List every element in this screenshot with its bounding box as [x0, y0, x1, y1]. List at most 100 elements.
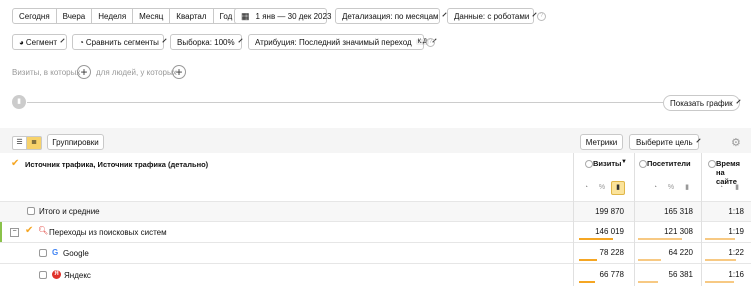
row-label: Итого и средние	[39, 207, 100, 216]
table-header: ✔ Источник трафика, Источник трафика (де…	[0, 153, 751, 201]
segment-dropdown[interactable]: ◕ Сегмент	[12, 34, 67, 50]
visits-value: 199 870	[595, 207, 624, 216]
period-week-button[interactable]: Неделя	[92, 9, 134, 23]
compare-segments-dropdown[interactable]: ◔ Сравнить сегменты	[72, 34, 167, 50]
chevron-down-icon	[162, 38, 167, 43]
row-checkbox[interactable]	[39, 249, 47, 257]
data-dropdown[interactable]: Данные: с роботами	[447, 8, 537, 24]
visits-bar	[579, 281, 595, 283]
visitors-value: 165 318	[664, 207, 693, 216]
data-label: Данные: с роботами	[454, 11, 530, 21]
compare-icon: ◔	[79, 37, 84, 47]
detail-label: Детализация: по месяцам	[342, 11, 439, 21]
selected-row-marker	[0, 222, 2, 243]
table-row-search[interactable]: − ✔ 🔍︎ Переходы из поисковых систем 146 …	[0, 221, 751, 243]
time-bar	[705, 259, 737, 261]
people-filter-label: для людей, у которых	[96, 68, 177, 77]
column-divider	[701, 153, 702, 286]
goal-label: Выберите цель	[636, 137, 693, 147]
search-icon: 🔍︎	[38, 226, 49, 235]
yandex-icon: Я	[52, 270, 61, 279]
chevron-down-icon	[735, 99, 741, 104]
visits-bars-icon[interactable]: ▮	[611, 181, 625, 195]
period-yesterday-button[interactable]: Вчера	[57, 9, 93, 23]
detail-dropdown[interactable]: Детализация: по месяцам	[335, 8, 447, 24]
time-bar	[705, 281, 734, 283]
sample-label: Выборка: 100%	[177, 37, 235, 47]
visits-value: 78 228	[599, 248, 624, 257]
help-icon[interactable]: ?	[537, 12, 546, 21]
chevron-down-icon	[237, 38, 243, 43]
chart-icon[interactable]: ▮	[12, 95, 26, 109]
sort-desc-icon[interactable]: ▼	[621, 159, 627, 165]
google-icon: G	[52, 248, 59, 257]
visits-bar	[579, 238, 614, 240]
row-checkbox[interactable]	[39, 271, 47, 279]
visitors-value: 121 308	[664, 227, 693, 236]
calendar-icon: ▦	[241, 10, 250, 21]
visits-sort-radio[interactable]	[585, 160, 593, 168]
metrics-label: Метрики	[585, 137, 618, 147]
visitors-value: 56 381	[668, 270, 693, 279]
visits-filter-label: Визиты, в которых	[12, 68, 81, 77]
table-row-total: Итого и средние 199 870 165 318 1:18	[0, 201, 751, 221]
view-tree-button[interactable]: ≣	[26, 136, 42, 150]
time-value: 1:16	[728, 270, 744, 279]
visitors-sort-radio[interactable]	[639, 160, 647, 168]
show-chart-label: Показать график	[670, 98, 733, 108]
time-bar	[705, 238, 735, 240]
add-people-filter-button[interactable]: +	[172, 65, 186, 79]
visits-pie-icon[interactable]: ◔	[580, 182, 592, 194]
help-icon[interactable]: ?	[426, 38, 435, 47]
segment-label: Сегмент	[25, 37, 58, 47]
visitors-value: 64 220	[668, 248, 693, 257]
groupings-button[interactable]: Группировки	[47, 134, 104, 150]
visits-percent-icon[interactable]: %	[596, 182, 608, 194]
compare-label: Сравнить сегменты	[85, 37, 159, 47]
date-range-button[interactable]: ▦ 1 янв — 30 дек 2023	[234, 8, 331, 24]
visitors-bar	[638, 259, 662, 261]
visits-bar	[579, 259, 598, 261]
time-bars-icon[interactable]: ▮	[731, 182, 743, 194]
row-checkbox[interactable]	[27, 207, 35, 215]
view-list-button[interactable]: ☰	[12, 136, 27, 150]
show-chart-button[interactable]: Показать график	[663, 95, 741, 111]
visitors-column-header[interactable]: Посетители	[647, 159, 691, 168]
table-row-yandex[interactable]: Я Яндекс 66 778 56 381 1:16	[0, 263, 751, 286]
groupings-label: Группировки	[52, 137, 99, 147]
time-value: 1:19	[728, 227, 744, 236]
visits-column-header[interactable]: Визиты	[593, 159, 621, 168]
segment-icon: ◕	[19, 37, 24, 47]
date-range-label: 1 янв — 30 дек 2023	[255, 11, 332, 21]
chevron-down-icon	[441, 12, 447, 17]
period-month-button[interactable]: Месяц	[133, 9, 171, 23]
period-quarter-button[interactable]: Квартал	[170, 9, 214, 23]
row-label: Яндекс	[64, 271, 91, 280]
attribution-label: Атрибуция: Последний значимый переход	[255, 37, 412, 47]
dimension-header[interactable]: Источник трафика, Источник трафика (дета…	[25, 160, 208, 169]
period-today-button[interactable]: Сегодня	[13, 9, 57, 23]
header-checkbox[interactable]: ✔	[11, 158, 19, 169]
attribution-dropdown[interactable]: Атрибуция: Последний значимый переход К.…	[248, 34, 437, 50]
row-checkbox-checked[interactable]: ✔	[25, 225, 33, 236]
add-visits-filter-button[interactable]: +	[77, 65, 91, 79]
row-label: Google	[63, 249, 89, 258]
column-divider	[573, 153, 574, 286]
goal-dropdown[interactable]: Выберите цель	[629, 134, 701, 150]
table-row-google[interactable]: G Google 78 228 64 220 1:22	[0, 242, 751, 263]
time-value: 1:18	[728, 207, 744, 216]
period-selector: Сегодня Вчера Неделя Месяц Квартал Год	[12, 8, 240, 24]
visitors-percent-icon[interactable]: %	[665, 182, 677, 194]
chevron-down-icon	[60, 38, 65, 43]
chart-divider	[27, 102, 663, 103]
visitors-pie-icon[interactable]: ◔	[649, 182, 661, 194]
visitors-bar	[638, 281, 659, 283]
time-pie-icon[interactable]: ◔	[715, 182, 727, 194]
time-sort-radio[interactable]	[708, 160, 716, 168]
visitors-bars-icon[interactable]: ▮	[681, 182, 693, 194]
time-value: 1:22	[728, 248, 744, 257]
sample-dropdown[interactable]: Выборка: 100%	[170, 34, 243, 50]
collapse-toggle[interactable]: −	[10, 228, 19, 237]
gear-icon[interactable]: ⚙	[731, 136, 741, 149]
metrics-button[interactable]: Метрики	[580, 134, 623, 150]
